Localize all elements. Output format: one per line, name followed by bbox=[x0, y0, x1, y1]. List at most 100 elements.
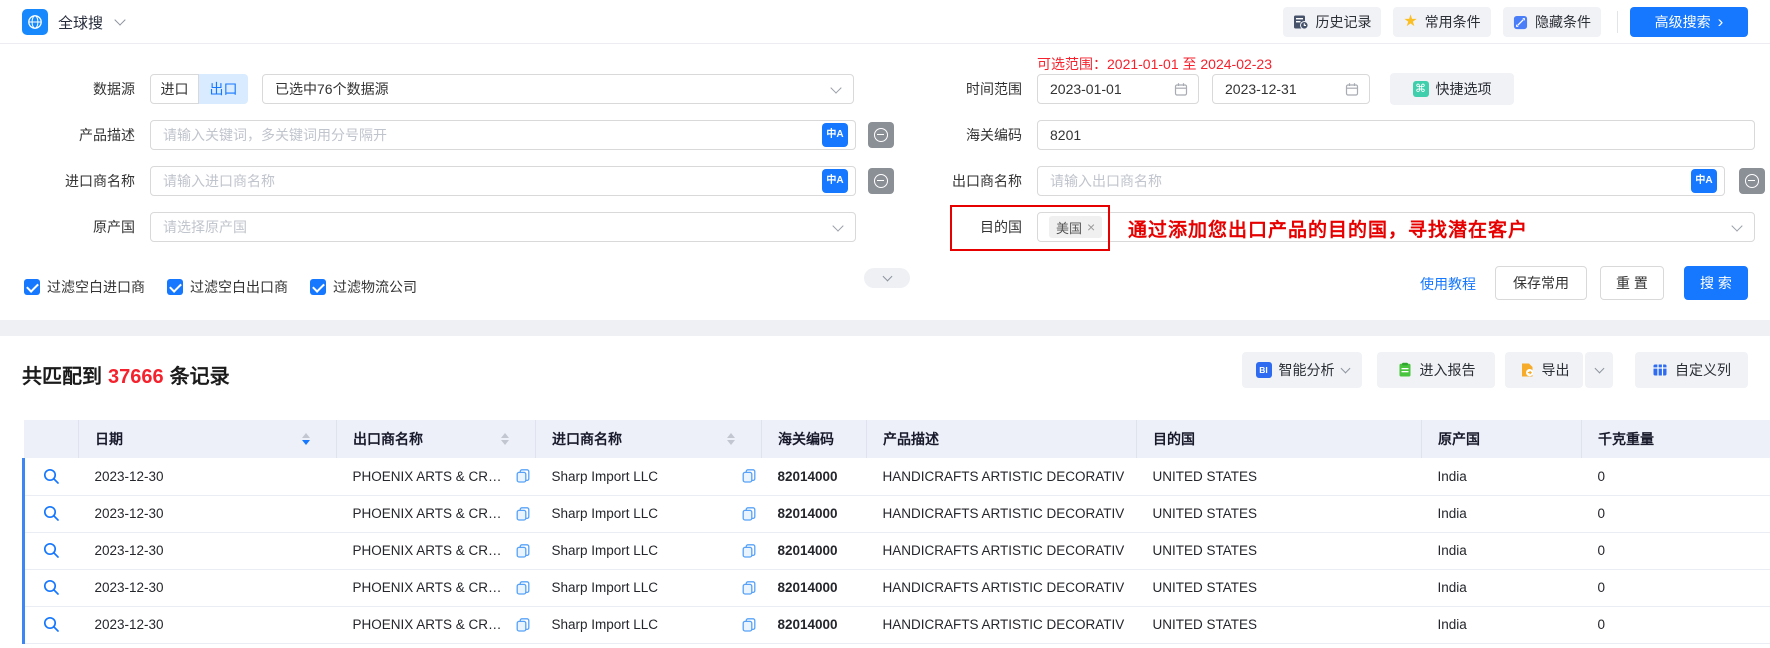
filter-label: 过滤空白出口商 bbox=[190, 277, 288, 297]
translate-icon[interactable]: 中A bbox=[1691, 169, 1717, 193]
column-header-sortable-importer[interactable]: 进口商名称 bbox=[536, 420, 762, 458]
cell-action bbox=[24, 569, 79, 606]
exclude-filter-icon[interactable] bbox=[868, 122, 894, 148]
cell-origin: India bbox=[1422, 569, 1582, 606]
tutorial-link[interactable]: 使用教程 bbox=[1420, 274, 1476, 294]
sort-carets-icon bbox=[727, 433, 735, 445]
favorites-button[interactable]: ★ 常用条件 bbox=[1393, 7, 1491, 37]
history-icon bbox=[1293, 14, 1309, 30]
chevron-down-icon bbox=[1340, 363, 1350, 373]
hide-conditions-button[interactable]: 隐藏条件 bbox=[1503, 7, 1601, 37]
cell-importer: Sharp Import LLC bbox=[536, 495, 762, 532]
row-search-icon[interactable] bbox=[43, 579, 60, 596]
cell-destination: UNITED STATES bbox=[1137, 458, 1422, 495]
checkbox-checked-icon[interactable] bbox=[310, 279, 326, 295]
export-more-button[interactable] bbox=[1585, 352, 1613, 388]
quick-options-button[interactable]: ⌘ 快捷选项 bbox=[1390, 73, 1514, 105]
checkbox-checked-icon[interactable] bbox=[24, 279, 40, 295]
copy-icon[interactable] bbox=[742, 507, 756, 521]
product-desc-input[interactable] bbox=[150, 120, 856, 150]
column-header-sortable-date[interactable]: 日期 bbox=[79, 420, 337, 458]
results-summary: 共匹配到37666条记录 bbox=[22, 360, 230, 389]
cell-exporter: PHOENIX ARTS & CREATION bbox=[337, 495, 536, 532]
destination-tag-usa[interactable]: 美国 × bbox=[1049, 216, 1102, 238]
data-source-select[interactable]: 已选中76个数据源 bbox=[262, 74, 854, 104]
export-tab-selected[interactable]: 出口 bbox=[199, 74, 248, 104]
exporter-value: PHOENIX ARTS & CREATION bbox=[353, 506, 510, 521]
destination-country-label: 目的国 bbox=[897, 212, 1022, 242]
copy-icon[interactable] bbox=[516, 618, 530, 632]
cell-weight: 0 bbox=[1582, 495, 1770, 532]
cell-importer: Sharp Import LLC bbox=[536, 532, 762, 569]
exclude-filter-icon[interactable] bbox=[868, 168, 894, 194]
start-date-value: 2023-01-01 bbox=[1050, 81, 1122, 97]
copy-icon[interactable] bbox=[742, 469, 756, 483]
row-search-icon[interactable] bbox=[43, 616, 60, 633]
column-header-sortable-exporter[interactable]: 出口商名称 bbox=[337, 420, 536, 458]
copy-icon[interactable] bbox=[516, 469, 530, 483]
copy-icon[interactable] bbox=[516, 544, 530, 558]
hide-conditions-label: 隐藏条件 bbox=[1535, 12, 1591, 32]
toolbar-divider bbox=[1617, 11, 1618, 33]
import-tab[interactable]: 进口 bbox=[150, 74, 199, 104]
tag-close-icon[interactable]: × bbox=[1087, 219, 1095, 235]
importer-name-input[interactable] bbox=[150, 166, 856, 196]
origin-country-select[interactable]: 请选择原产国 bbox=[150, 212, 856, 242]
cell-date: 2023-12-30 bbox=[79, 458, 337, 495]
cell-date: 2023-12-30 bbox=[79, 606, 337, 643]
time-range-label: 时间范围 bbox=[897, 74, 1022, 104]
row-search-icon[interactable] bbox=[43, 542, 60, 559]
checkbox-checked-icon[interactable] bbox=[167, 279, 183, 295]
cell-product: HANDICRAFTS ARTISTIC DECORATIV bbox=[867, 495, 1137, 532]
history-button[interactable]: 历史记录 bbox=[1283, 7, 1381, 37]
exclude-filter-icon[interactable] bbox=[1739, 168, 1765, 194]
enter-report-button[interactable]: 进入报告 bbox=[1377, 352, 1495, 388]
summary-prefix: 共匹配到 bbox=[22, 366, 102, 388]
date-range-hint: 可选范围：2021-01-01 至 2024-02-23 bbox=[1037, 54, 1272, 74]
quick-options-label: 快捷选项 bbox=[1436, 79, 1492, 99]
table-row: 2023-12-30PHOENIX ARTS & CREATIONSharp I… bbox=[24, 569, 1770, 606]
column-header-hs_code: 海关编码 bbox=[762, 420, 867, 458]
copy-icon[interactable] bbox=[742, 581, 756, 595]
globe-logo-icon bbox=[22, 9, 48, 35]
start-date-input[interactable]: 2023-01-01 bbox=[1037, 74, 1199, 104]
translate-icon[interactable]: 中A bbox=[822, 169, 848, 193]
row-search-icon[interactable] bbox=[43, 505, 60, 522]
end-date-input[interactable]: 2023-12-31 bbox=[1212, 74, 1370, 104]
row-search-icon[interactable] bbox=[43, 468, 60, 485]
sort-carets-icon bbox=[501, 433, 509, 445]
collapse-form-button[interactable] bbox=[864, 268, 910, 288]
custom-columns-button[interactable]: 自定义列 bbox=[1635, 352, 1748, 388]
global-search-app: 全球搜 历史记录 ★ 常用条件 隐藏条件 高级搜索 › 数据源 进口 bbox=[0, 0, 1770, 648]
copy-icon[interactable] bbox=[742, 544, 756, 558]
exporter-value: PHOENIX ARTS & CREATION bbox=[353, 617, 510, 632]
cell-destination: UNITED STATES bbox=[1137, 569, 1422, 606]
hs-code-input[interactable] bbox=[1037, 120, 1755, 150]
cell-date: 2023-12-30 bbox=[79, 569, 337, 606]
copy-icon[interactable] bbox=[742, 618, 756, 632]
search-button[interactable]: 搜 索 bbox=[1684, 266, 1748, 300]
reset-button[interactable]: 重 置 bbox=[1600, 266, 1664, 300]
cell-weight: 0 bbox=[1582, 532, 1770, 569]
cell-product: HANDICRAFTS ARTISTIC DECORATIV bbox=[867, 532, 1137, 569]
app-switcher-chevron-down-icon[interactable] bbox=[114, 14, 125, 25]
calendar-icon bbox=[1174, 82, 1188, 96]
translate-icon[interactable]: 中A bbox=[822, 123, 848, 147]
smart-analysis-button[interactable]: BI 智能分析 bbox=[1242, 352, 1362, 388]
chevron-down-icon bbox=[1594, 363, 1604, 373]
column-header-destination: 目的国 bbox=[1137, 420, 1422, 458]
export-button[interactable]: 导出 bbox=[1505, 352, 1583, 388]
save-favorite-button[interactable]: 保存常用 bbox=[1495, 266, 1587, 300]
copy-icon[interactable] bbox=[516, 507, 530, 521]
column-label: 日期 bbox=[95, 429, 123, 449]
cell-hs_code: 82014000 bbox=[762, 458, 867, 495]
advanced-search-label: 高级搜索 bbox=[1655, 12, 1711, 32]
records-table-wrap: 日期出口商名称进口商名称海关编码产品描述目的国原产国千克重量2023-12-30… bbox=[22, 420, 1770, 644]
destination-tag-label: 美国 bbox=[1056, 218, 1082, 237]
exporter-value: PHOENIX ARTS & CREATION bbox=[353, 469, 510, 484]
cell-exporter: PHOENIX ARTS & CREATION bbox=[337, 532, 536, 569]
copy-icon[interactable] bbox=[516, 581, 530, 595]
exporter-name-input[interactable] bbox=[1037, 166, 1725, 196]
advanced-search-button[interactable]: 高级搜索 › bbox=[1630, 7, 1748, 37]
cell-action bbox=[24, 532, 79, 569]
